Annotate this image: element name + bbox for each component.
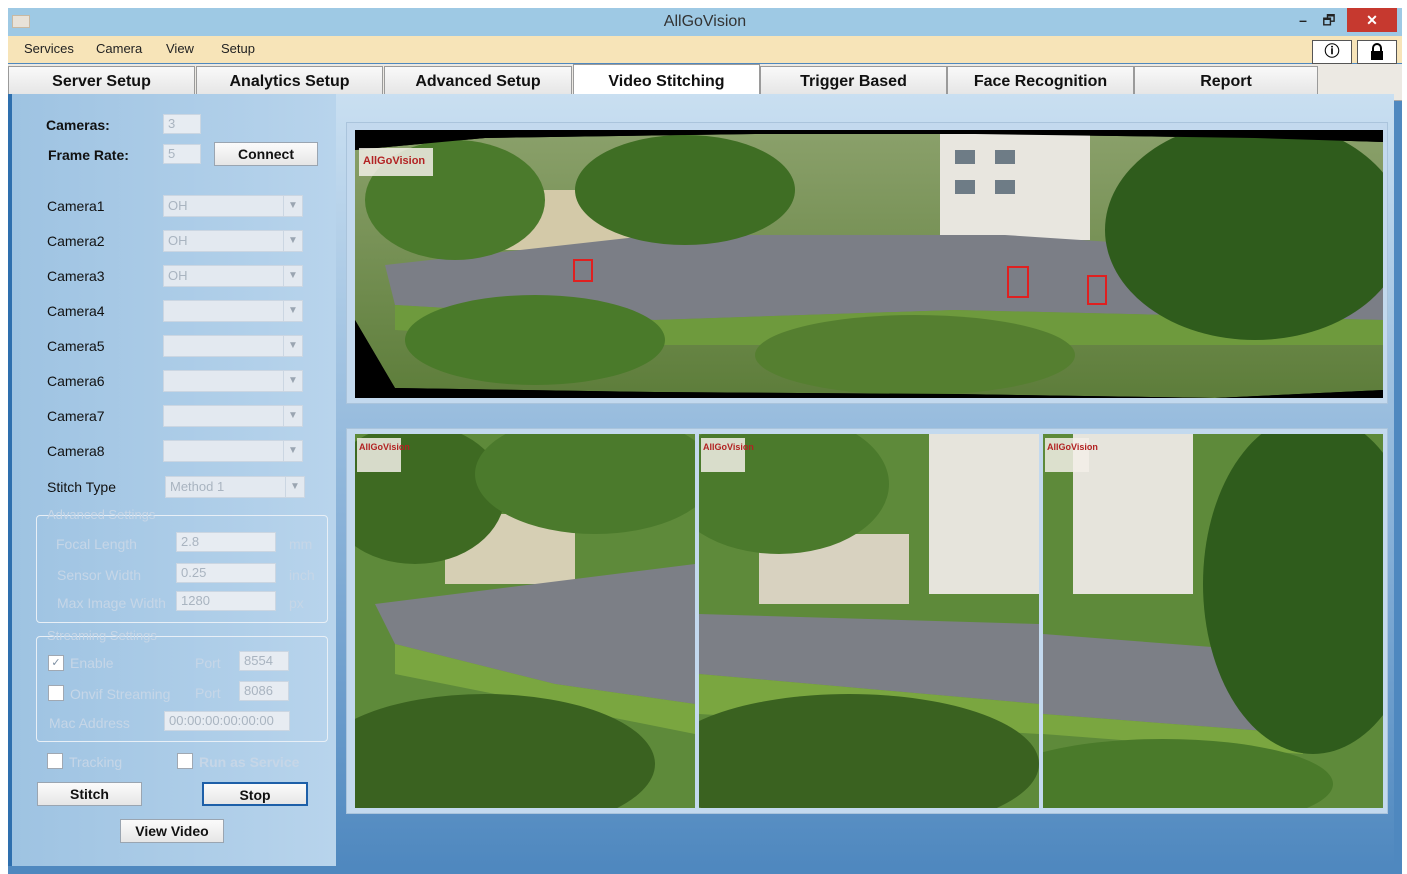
onvif-streaming-checkbox[interactable] [48, 685, 64, 701]
camera2-select[interactable]: OH ▼ [163, 230, 303, 252]
camera3-feed[interactable]: AllGoVision [1043, 434, 1383, 808]
run-as-service-checkbox[interactable] [177, 753, 193, 769]
frame-rate-label: Frame Rate: [48, 147, 129, 163]
camera3-select[interactable]: OH ▼ [163, 265, 303, 287]
max-image-width-label: Max Image Width [57, 595, 166, 611]
camera2-label: Camera2 [47, 233, 105, 249]
panorama-watermark: AllGoVision [363, 155, 425, 167]
menu-bar: Services Camera View Setup [8, 36, 1402, 63]
menu-setup[interactable]: Setup [221, 41, 255, 56]
sensor-width-unit: inch [289, 567, 315, 583]
stitch-type-select[interactable]: Method 1 ▼ [165, 476, 305, 498]
port-label: Port [195, 655, 221, 671]
camera7-label: Camera7 [47, 408, 105, 424]
chevron-down-icon: ▼ [283, 406, 302, 426]
feed3-watermark: AllGoVision [1047, 442, 1098, 452]
stitch-button[interactable]: Stitch [37, 782, 142, 806]
chevron-down-icon: ▼ [283, 336, 302, 356]
streaming-settings-title: Streaming Settings [47, 628, 157, 643]
mac-address-label: Mac Address [49, 715, 130, 731]
camera1-select[interactable]: OH ▼ [163, 195, 303, 217]
chevron-down-icon: ▼ [283, 441, 302, 461]
camera1-feed[interactable]: AllGoVision [355, 434, 695, 808]
chevron-down-icon: ▼ [283, 301, 302, 321]
window-title: AllGoVision [663, 13, 747, 30]
max-image-width-unit: px [289, 595, 304, 611]
stitch-type-label: Stitch Type [47, 479, 117, 495]
camera4-label: Camera4 [47, 303, 105, 319]
cameras-label: Cameras: [46, 117, 110, 133]
camera5-label: Camera5 [47, 338, 105, 354]
menu-view[interactable]: View [166, 41, 194, 56]
tracking-label: Tracking [69, 754, 123, 770]
mac-address-input[interactable]: 00:00:00:00:00:00 [164, 711, 290, 731]
sensor-width-label: Sensor Width [57, 567, 142, 583]
camera2-feed[interactable]: AllGoVision [699, 434, 1039, 808]
camera2-value: OH [168, 233, 188, 248]
camera4-select[interactable]: ▼ [163, 300, 303, 322]
camera6-label: Camera6 [47, 373, 105, 389]
camera6-select[interactable]: ▼ [163, 370, 303, 392]
chevron-down-icon: ▼ [285, 477, 304, 497]
title-bar: AllGoVision – 🗗 ✕ [8, 8, 1402, 36]
stitch-type-value: Method 1 [170, 479, 225, 494]
stitched-panorama-view[interactable]: AllGoVision [355, 130, 1383, 398]
focal-length-label: Focal Length [56, 536, 137, 552]
chevron-down-icon: ▼ [283, 371, 302, 391]
enable-streaming-checkbox[interactable]: ✓ [48, 655, 64, 671]
sensor-width-input[interactable]: 0.25 [176, 563, 276, 583]
camera1-label: Camera1 [47, 198, 105, 214]
enable-streaming-label: Enable [70, 655, 114, 671]
focal-length-input[interactable]: 2.8 [176, 532, 276, 552]
onvif-streaming-label: Onvif Streaming [70, 686, 171, 702]
lock-icon[interactable] [1357, 40, 1397, 64]
chevron-down-icon: ▼ [283, 266, 302, 286]
stop-button[interactable]: Stop [202, 782, 308, 806]
menu-services[interactable]: Services [24, 41, 74, 56]
onvif-port-label: Port [195, 685, 221, 701]
menu-camera[interactable]: Camera [96, 41, 142, 56]
camera3-value: OH [168, 268, 188, 283]
tracking-checkbox[interactable] [47, 753, 63, 769]
chevron-down-icon: ▼ [283, 196, 302, 216]
camera8-label: Camera8 [47, 443, 105, 459]
port-input[interactable]: 8554 [239, 651, 289, 671]
feed2-watermark: AllGoVision [703, 442, 754, 452]
info-icon[interactable]: ⓘ [1312, 40, 1352, 64]
cameras-count-input[interactable]: 3 [163, 114, 201, 134]
maximize-button[interactable]: 🗗 [1314, 8, 1344, 32]
view-video-button[interactable]: View Video [120, 819, 224, 843]
feed1-watermark: AllGoVision [359, 442, 410, 452]
max-image-width-input[interactable]: 1280 [176, 591, 276, 611]
close-button[interactable]: ✕ [1347, 8, 1397, 32]
run-as-service-label: Run as Service [199, 754, 300, 770]
advanced-settings-title: Advanced Settings [47, 507, 156, 522]
onvif-port-input[interactable]: 8086 [239, 681, 289, 701]
chevron-down-icon: ▼ [283, 231, 302, 251]
frame-rate-input[interactable]: 5 [163, 144, 201, 164]
camera7-select[interactable]: ▼ [163, 405, 303, 427]
camera3-label: Camera3 [47, 268, 105, 284]
camera8-select[interactable]: ▼ [163, 440, 303, 462]
connect-button[interactable]: Connect [214, 142, 318, 166]
camera5-select[interactable]: ▼ [163, 335, 303, 357]
focal-length-unit: mm [289, 536, 313, 552]
camera1-value: OH [168, 198, 188, 213]
